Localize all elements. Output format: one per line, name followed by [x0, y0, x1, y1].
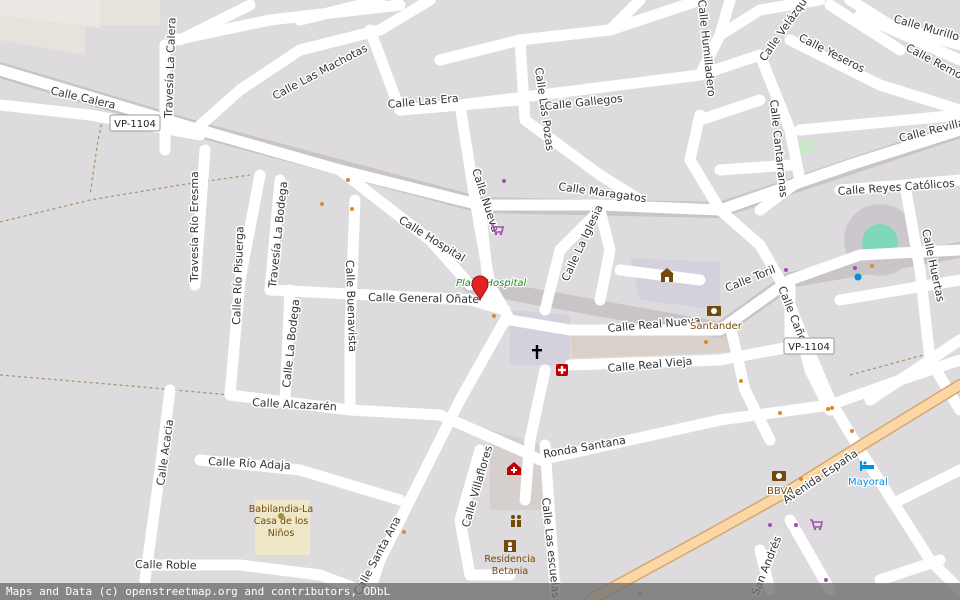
road-shield-label: VP-1104 [788, 342, 830, 353]
hotel-label: Mayoral [848, 477, 888, 488]
street-label: Travesía Río Eresma [188, 171, 201, 283]
bank-icon [772, 471, 786, 481]
kindergarten-label-box: Babilandia-La Casa de los Niños [248, 504, 314, 539]
plaza-label: Plaza Hospital [456, 278, 527, 289]
social-facility-icon [504, 540, 516, 552]
map-canvas: Calle Calera Calle Las Machotas Calle La… [0, 0, 960, 600]
map-view[interactable]: Calle Calera Calle Las Machotas Calle La… [0, 0, 960, 600]
street-label: Calle General Oñate [368, 291, 480, 306]
bank-icon [707, 306, 721, 316]
information-icon [854, 273, 862, 281]
road-shield-west: VP-1104 [109, 114, 161, 132]
kindergarten-label: Babilandia-La Casa de los Niños [248, 504, 314, 539]
attribution-bar: Maps and Data (c) openstreetmap.org and … [0, 583, 960, 600]
pharmacy-icon [556, 364, 568, 376]
bank-bbva-label: BBVA [767, 486, 794, 497]
residence-label: Residencia Betania [484, 554, 536, 577]
bank-santander-label: Santander [690, 321, 743, 332]
street-label: Calle Roble [135, 558, 197, 572]
road-shield-label: VP-1104 [114, 119, 156, 130]
road-shield-east: VP-1104 [783, 337, 835, 355]
residence-label-box: Residencia Betania [484, 554, 536, 577]
